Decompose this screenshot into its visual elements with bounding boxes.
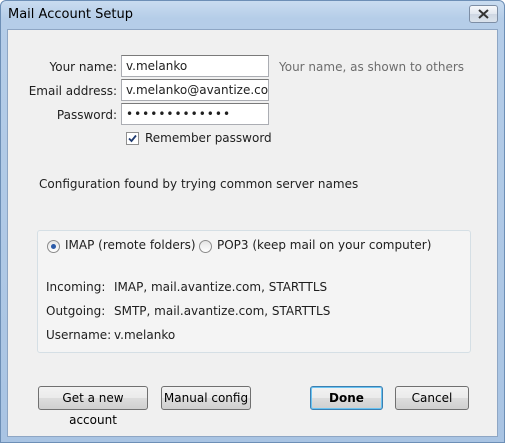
outgoing-label: Outgoing:: [46, 304, 106, 318]
incoming-label: Incoming:: [46, 280, 106, 294]
cancel-button[interactable]: Cancel: [395, 386, 469, 410]
name-hint: Your name, as shown to others: [279, 60, 465, 74]
dialog-client-area: Your name: v.melanko Your name, as shown…: [7, 29, 498, 437]
username-label: Username:: [46, 328, 112, 342]
remember-password-label[interactable]: Remember password: [145, 131, 272, 145]
manual-config-button[interactable]: Manual config: [161, 386, 251, 410]
password-label-text: Password:: [56, 108, 117, 122]
pop3-label[interactable]: POP3 (keep mail on your computer): [217, 238, 431, 252]
email-input-value: v.melanko@avantize.com: [126, 83, 269, 97]
done-button[interactable]: Done: [310, 386, 383, 410]
mail-account-setup-window: Mail Account Setup Your name: v.melanko …: [0, 0, 505, 443]
get-new-account-button[interactable]: Get a new account: [38, 386, 148, 427]
email-input[interactable]: v.melanko@avantize.com: [121, 79, 269, 101]
title-bar: Mail Account Setup: [1, 1, 504, 29]
checkmark-icon: [128, 134, 137, 143]
account-config-group: IMAP (remote folders) POP3 (keep mail on…: [37, 230, 471, 353]
imap-radio[interactable]: [47, 240, 60, 253]
pop3-radio[interactable]: [199, 240, 212, 253]
password-input-value: •••••••••••••: [126, 107, 232, 121]
close-button[interactable]: [469, 5, 498, 23]
email-label-text: Email address:: [28, 84, 117, 98]
username-value: v.melanko: [114, 328, 176, 342]
password-label: Password:: [7, 108, 117, 122]
incoming-value: IMAP, mail.avantize.com, STARTTLS: [114, 280, 328, 294]
imap-label[interactable]: IMAP (remote folders): [65, 238, 196, 252]
imap-radio-selected-dot: [51, 244, 56, 249]
config-status-text: Configuration found by trying common ser…: [39, 177, 359, 191]
password-input[interactable]: •••••••••••••: [121, 103, 269, 125]
outgoing-value: SMTP, mail.avantize.com, STARTTLS: [114, 304, 331, 318]
name-input[interactable]: v.melanko: [121, 55, 269, 77]
window-title: Mail Account Setup: [8, 7, 133, 22]
name-input-value: v.melanko: [126, 59, 188, 73]
name-label: Your name:: [7, 60, 117, 74]
name-label-text: Your name:: [49, 60, 117, 74]
email-label: Email address:: [7, 84, 117, 98]
close-icon: [478, 9, 489, 19]
remember-password-checkbox[interactable]: [126, 132, 139, 145]
